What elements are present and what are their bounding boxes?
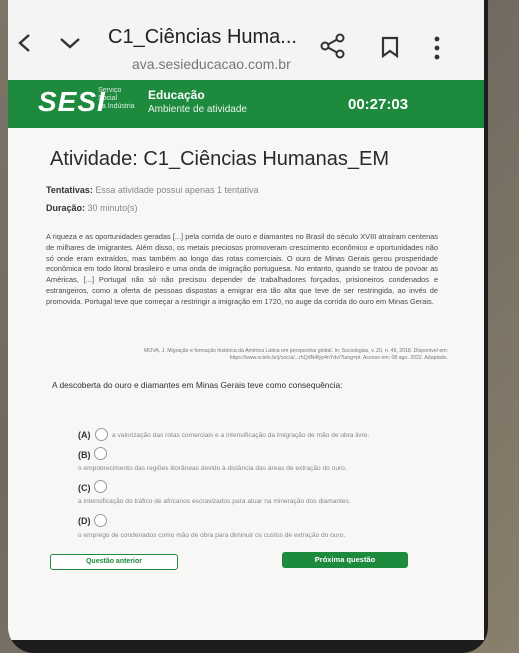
option-b-radio[interactable] — [94, 447, 107, 460]
question-text: A descoberta do ouro e diamantes em Mina… — [52, 380, 343, 390]
activity-title: Atividade: C1_Ciências Humanas_EM — [50, 148, 390, 170]
sesi-logo-subtitle: Serviço Social da Indústria — [98, 87, 135, 110]
previous-question-button[interactable]: Questão anterior — [50, 554, 178, 570]
option-d-radio[interactable] — [94, 514, 107, 527]
bookmark-icon[interactable] — [380, 36, 400, 58]
phone-frame: C1_Ciências Huma... ava.sesieducacao.com… — [8, 0, 488, 653]
option-a-radio[interactable] — [95, 428, 108, 441]
screen: C1_Ciências Huma... ava.sesieducacao.com… — [8, 0, 484, 640]
option-d-letter: (D) — [78, 516, 91, 526]
chevron-down-icon[interactable] — [58, 32, 82, 54]
header-subtitle: Ambiente de atividade — [148, 104, 247, 115]
back-arrow-icon[interactable] — [14, 32, 36, 54]
option-a-text[interactable]: a valorização das rotas comerciais e a i… — [112, 432, 369, 439]
option-b-letter: (B) — [78, 450, 91, 460]
reading-passage: A riqueza e as oportunidades geradas [..… — [46, 232, 438, 306]
sesi-header: SESI Serviço Social da Indústria Educaçã… — [8, 80, 484, 128]
option-c-letter: (C) — [78, 483, 91, 493]
passage-source: MOVA, J. Migração e formação histórica d… — [143, 348, 448, 361]
share-icon[interactable] — [320, 33, 346, 59]
option-b-text[interactable]: o empobrecimento das regiões litorâneas … — [78, 465, 347, 472]
duration-info: Duração: 30 minuto(s) — [46, 203, 138, 213]
browser-bar: C1_Ciências Huma... ava.sesieducacao.com… — [8, 0, 484, 80]
browser-tab-title: C1_Ciências Huma... — [108, 26, 297, 48]
url-text[interactable]: ava.sesieducacao.com.br — [132, 56, 291, 72]
countdown-timer: 00:27:03 — [348, 96, 409, 113]
attempts-info: Tentativas: Essa atividade possui apenas… — [46, 185, 259, 195]
next-question-button[interactable]: Próxima questão — [282, 552, 408, 568]
option-c-text[interactable]: a intensificação do tráfico de africanos… — [78, 498, 351, 505]
option-c-radio[interactable] — [94, 480, 107, 493]
option-d-text[interactable]: o emprego de condenados como mão de obra… — [78, 532, 345, 539]
sesi-logo: SESI — [38, 86, 106, 117]
option-a-letter: (A) — [78, 430, 91, 440]
more-vert-icon[interactable] — [433, 36, 441, 60]
header-title: Educação — [148, 88, 205, 102]
activity-content: Atividade: C1_Ciências Humanas_EM Tentat… — [8, 128, 484, 640]
